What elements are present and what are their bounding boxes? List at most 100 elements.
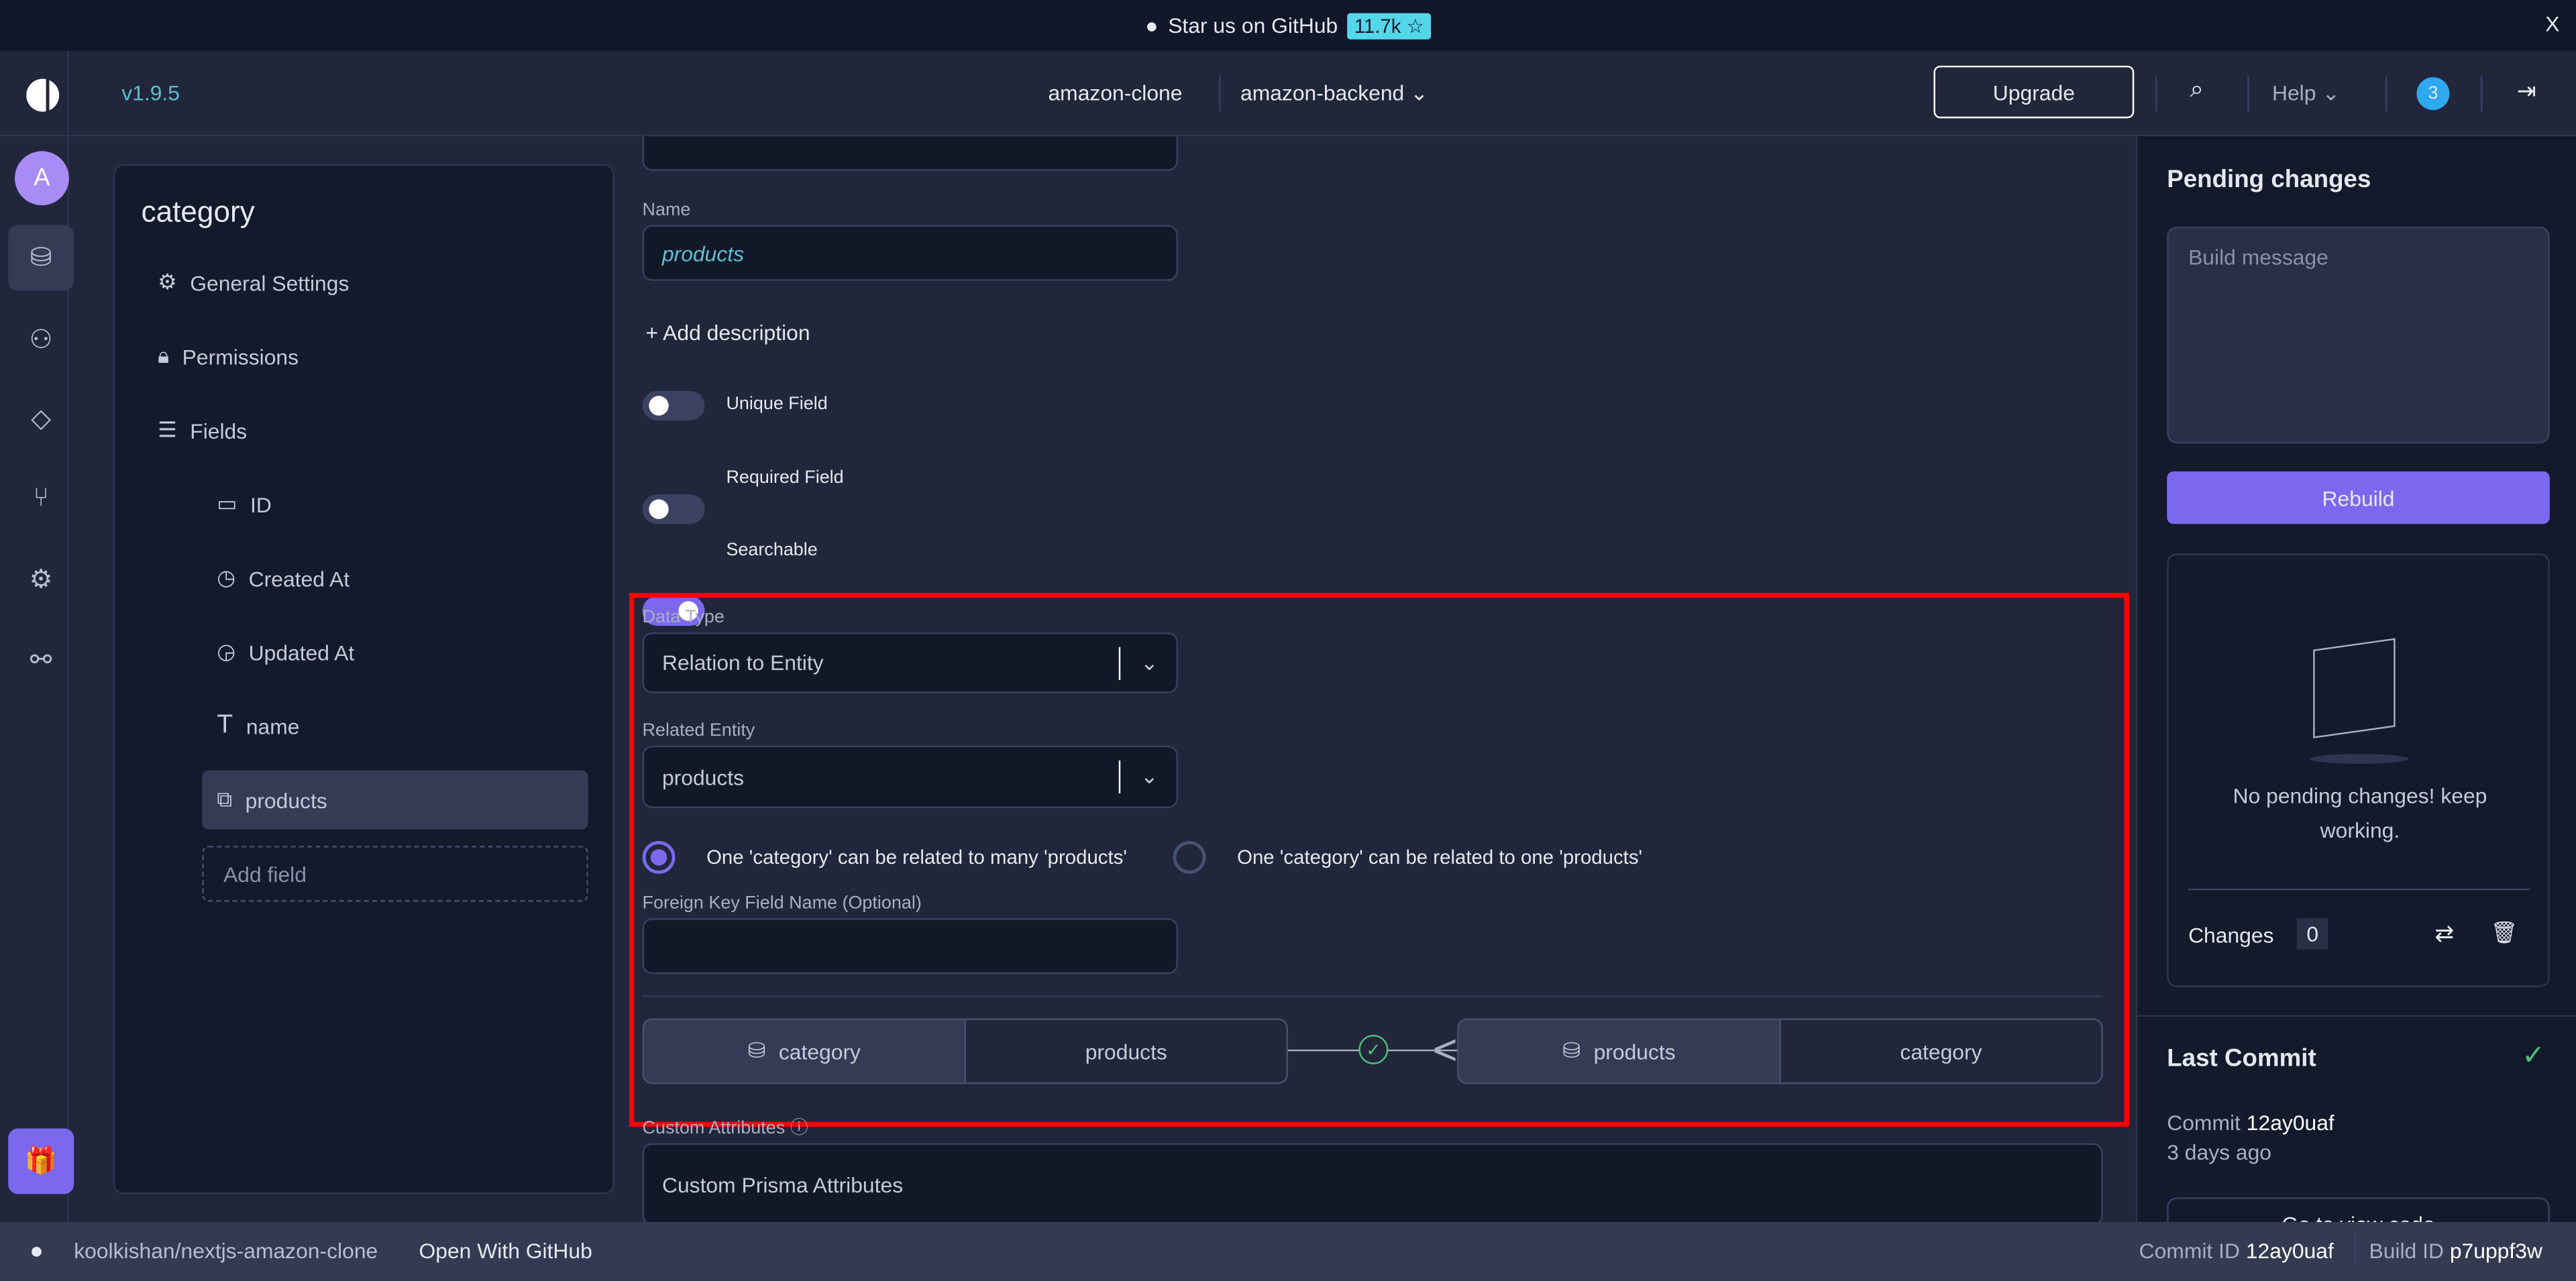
data-type-value: Relation to Entity xyxy=(661,650,824,675)
user-lock-icon[interactable]: ⚇ xyxy=(8,307,74,373)
nav-general-settings[interactable]: ⚙ General Settings xyxy=(158,270,349,296)
unique-toggle[interactable] xyxy=(642,390,705,421)
field-name[interactable]: Tname xyxy=(217,711,299,740)
plugin-icon[interactable]: ⚯ xyxy=(8,628,74,693)
star-github-link[interactable]: Star us on GitHub xyxy=(1168,13,1338,38)
star-count-badge[interactable]: 11.7k ☆ xyxy=(1347,12,1431,39)
avatar[interactable]: A xyxy=(15,151,69,206)
foreign-key-input[interactable] xyxy=(642,917,1178,974)
clock-refresh-icon: ◶ xyxy=(217,638,236,664)
notification-badge[interactable]: 3 xyxy=(2416,77,2450,111)
nav-fields[interactable]: ☰ Fields xyxy=(158,417,247,443)
pending-changes-panel: Pending changes Build message Rebuild No… xyxy=(2135,136,2576,1254)
field-id[interactable]: ▭ ID xyxy=(217,491,272,517)
database-icon: ⛁ xyxy=(1562,1038,1580,1063)
git-branch-icon[interactable]: ⑂ xyxy=(8,467,74,533)
relation-left-card: ⛁ category products xyxy=(642,1018,1289,1084)
field-label: Updated At xyxy=(248,639,355,665)
logout-icon[interactable]: ⇥ xyxy=(2517,77,2536,105)
build-id-footer: Build ID p7uppf3w xyxy=(2369,1239,2542,1264)
required-label: Required Field xyxy=(726,467,844,488)
commit-id-value: 12ay0uaf xyxy=(2245,1238,2334,1264)
add-description-button[interactable]: + Add description xyxy=(645,321,810,345)
database-icon: ⛁ xyxy=(747,1038,766,1063)
last-commit-title: Last Commit xyxy=(2167,1044,2316,1073)
open-github-link[interactable]: Open With GitHub xyxy=(419,1239,592,1264)
searchable-label: Searchable xyxy=(726,540,818,561)
list-icon: ☰ xyxy=(158,417,177,442)
field-label: Created At xyxy=(248,565,350,591)
compare-icon[interactable]: ⇄ xyxy=(2434,920,2454,948)
entity-title: category xyxy=(141,195,255,229)
name-input[interactable]: products xyxy=(642,225,1178,281)
required-toggle[interactable] xyxy=(642,494,705,524)
field-label: products xyxy=(245,787,327,813)
related-entity-value: products xyxy=(661,765,745,789)
changes-label: Changes xyxy=(2188,923,2274,948)
relation-icon: ⧉ xyxy=(217,787,233,812)
gift-icon[interactable]: 🎁 xyxy=(8,1128,74,1194)
empty-box-icon xyxy=(2313,638,2396,738)
data-type-select[interactable]: Relation to Entity ⌄ xyxy=(642,632,1178,693)
related-entity-select[interactable]: products ⌄ xyxy=(642,745,1178,808)
trash-icon[interactable]: 🗑︎ xyxy=(2491,920,2518,946)
radio-one-to-one-label[interactable]: One 'category' can be related to one 'pr… xyxy=(1237,846,1642,869)
name-label: Name xyxy=(642,200,691,221)
gear-icon: ⚙ xyxy=(158,269,177,294)
field-created-at[interactable]: ◷ Created At xyxy=(217,565,350,591)
help-label: Help xyxy=(2271,80,2316,105)
service-selector[interactable]: amazon-backend ⌄ xyxy=(1240,80,1428,107)
service-name: amazon-backend xyxy=(1240,80,1405,105)
add-field-input[interactable]: Add field xyxy=(202,846,588,902)
commit-label: Commit xyxy=(2167,1110,2241,1135)
nav-label: Fields xyxy=(190,418,248,443)
chevron-down-icon: ⌄ xyxy=(1140,649,1159,675)
entity-panel: category ⚙ General Settings 🔒︎ Permissions… xyxy=(113,164,614,1194)
nav-permissions[interactable]: 🔒︎ Permissions xyxy=(158,343,299,370)
left-entity: category xyxy=(778,1038,861,1064)
chevron-down-icon: ⌄ xyxy=(1140,763,1159,789)
database-icon[interactable]: ⛁ xyxy=(8,225,74,291)
project-name[interactable]: amazon-clone xyxy=(1048,80,1182,105)
version-label: v1.9.5 xyxy=(121,80,180,105)
help-menu[interactable]: Help ⌄ xyxy=(2272,80,2340,107)
close-banner-button[interactable]: X xyxy=(2545,11,2559,36)
field-products[interactable]: ⧉ products xyxy=(202,770,588,830)
right-entity: products xyxy=(1593,1038,1676,1064)
diamond-icon[interactable]: ◇ xyxy=(8,386,74,452)
changes-count: 0 xyxy=(2296,917,2328,950)
commit-id[interactable]: 12ay0uaf xyxy=(2247,1111,2334,1135)
data-type-label: Data Type xyxy=(642,608,724,628)
commit-id-label: Commit ID xyxy=(2139,1238,2240,1264)
custom-attributes-label: Custom Attributes ⓘ xyxy=(643,1113,808,1139)
radio-one-to-one[interactable] xyxy=(1173,840,1206,874)
custom-attributes-text: Custom Attributes xyxy=(642,1118,786,1139)
id-card-icon: ▭ xyxy=(217,491,237,516)
icon-rail: A ⛁ ⚇ ◇ ⑂ ⚙ ⚯ 🎁 xyxy=(0,50,74,1223)
commit-id-footer: Commit ID 12ay0uaf xyxy=(2139,1239,2334,1264)
nav-label: General Settings xyxy=(190,270,350,295)
github-icon: ● xyxy=(1145,13,1159,38)
field-label: ID xyxy=(250,492,272,517)
build-message-input[interactable]: Build message xyxy=(2167,226,2550,444)
field-updated-at[interactable]: ◶ Updated At xyxy=(217,639,354,665)
search-icon[interactable]: ⌕ xyxy=(2190,76,2204,104)
help-circle-icon[interactable]: ⓘ xyxy=(790,1119,808,1138)
repo-link[interactable]: koolkishan/nextjs-amazon-clone xyxy=(74,1239,378,1264)
upgrade-button[interactable]: Upgrade xyxy=(1933,65,2135,119)
pending-title: Pending changes xyxy=(2167,166,2371,194)
field-form: Name products + Add description Unique F… xyxy=(614,136,2136,1223)
radio-one-to-many-label[interactable]: One 'category' can be related to many 'p… xyxy=(706,846,1127,869)
text-icon: T xyxy=(217,711,233,740)
settings-icon[interactable]: ⚙ xyxy=(8,547,74,613)
previous-input[interactable] xyxy=(642,136,1178,171)
pending-box: No pending changes! keep working. Change… xyxy=(2167,553,2550,987)
rebuild-button[interactable]: Rebuild xyxy=(2167,471,2550,524)
custom-attributes-input[interactable]: Custom Prisma Attributes xyxy=(642,1143,2103,1223)
field-label: name xyxy=(246,714,300,738)
empty-message: No pending changes! keep working. xyxy=(2233,783,2487,843)
radio-one-to-many[interactable] xyxy=(642,840,676,874)
clock-icon: ◷ xyxy=(217,565,236,590)
github-banner: ● Star us on GitHub 11.7k ☆ X xyxy=(0,0,2576,51)
bottom-bar: ● koolkishan/nextjs-amazon-clone Open Wi… xyxy=(0,1222,2576,1281)
